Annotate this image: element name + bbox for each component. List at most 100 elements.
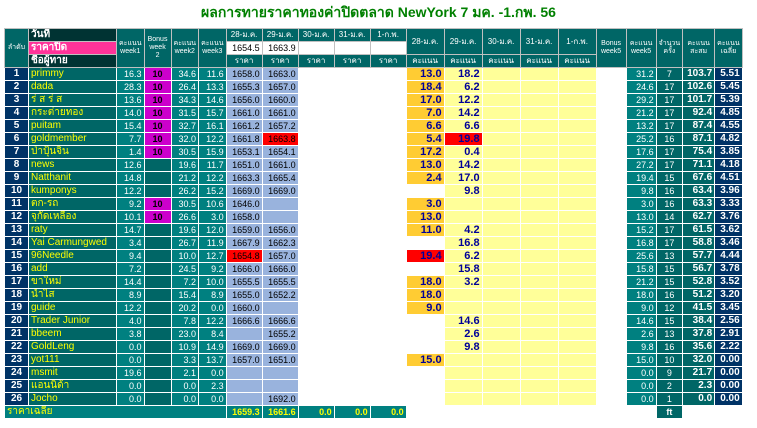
rank-cell: 8 xyxy=(4,158,29,172)
score-date-5: 1-ก.พ. xyxy=(557,28,597,55)
guess-price-3 xyxy=(297,249,335,263)
average-price-5: 0.0 xyxy=(369,405,407,419)
guess-price-5 xyxy=(369,236,407,250)
guess-price-3 xyxy=(297,262,335,276)
player-name: ร่ ส ร่ ส xyxy=(28,93,117,107)
guess-price-3 xyxy=(297,197,335,211)
day-score-5 xyxy=(557,171,597,185)
guess-price-2: 1669.0 xyxy=(261,184,299,198)
rank-cell: 21 xyxy=(4,327,29,341)
guess-price-5 xyxy=(369,353,407,367)
day-score-4 xyxy=(519,340,559,354)
total-score: 56.7 xyxy=(682,262,716,276)
day-score-2 xyxy=(443,288,483,302)
guess-price-4 xyxy=(333,210,371,224)
guess-price-2: 1663.0 xyxy=(261,67,299,81)
day-score-1 xyxy=(405,340,445,354)
guess-price-4 xyxy=(333,93,371,107)
week3-score: 0.0 xyxy=(198,366,227,380)
day-score-5 xyxy=(557,93,597,107)
player-name: raty xyxy=(28,223,117,237)
bonus-week2: 10 xyxy=(143,106,172,120)
total-score: 63.3 xyxy=(682,197,716,211)
week2-score: 7.8 xyxy=(170,314,200,328)
day-score-4 xyxy=(519,366,559,380)
times-count: 1 xyxy=(655,392,684,406)
average-header: คะแนนเฉลี่ย xyxy=(714,28,743,68)
day-score-5 xyxy=(557,262,597,276)
week1-score: 14.8 xyxy=(116,171,145,185)
week1-score: 16.3 xyxy=(116,67,145,81)
day-score-5 xyxy=(557,184,597,198)
bonus-week2 xyxy=(143,379,172,393)
table-row: 10 kumponys 12.2 26.2 15.2 1669.0 1669.0 9.8 9.8… xyxy=(4,184,743,198)
guess-price-4 xyxy=(333,327,371,341)
day-score-4 xyxy=(519,301,559,315)
day-score-2: 16.8 xyxy=(443,236,483,250)
total-score: 2.3 xyxy=(682,379,716,393)
close-price-header: ราคาปิด xyxy=(28,41,117,55)
bonus-week5 xyxy=(595,301,627,315)
guess-price-5 xyxy=(369,288,407,302)
player-name: goldmember xyxy=(28,132,117,146)
guess-price-1: 1658.0 xyxy=(225,210,263,224)
guess-price-3 xyxy=(297,80,335,94)
date-col-3: 30-ม.ค. xyxy=(297,28,335,42)
total-score: 38.4 xyxy=(682,314,716,328)
table-row: 19 guide 12.2 20.2 0.0 1660.0 9.0 9.0 12 41.5 3.45 xyxy=(4,301,743,315)
week1-score: 4.0 xyxy=(116,314,145,328)
average-score: 5.45 xyxy=(714,80,743,94)
week3-score: 11.7 xyxy=(198,158,227,172)
day-score-1: 7.0 xyxy=(405,106,445,120)
average-score: 2.91 xyxy=(714,327,743,341)
rank-cell: 18 xyxy=(4,288,29,302)
score-sub-2: คะแนน xyxy=(443,54,483,68)
week2-score: 19.6 xyxy=(170,158,200,172)
week2-score: 26.2 xyxy=(170,184,200,198)
guess-price-5 xyxy=(369,223,407,237)
day-score-2: 19.8 xyxy=(443,132,483,146)
guess-price-5 xyxy=(369,197,407,211)
guess-price-5 xyxy=(369,80,407,94)
day-score-3 xyxy=(481,210,521,224)
day-score-4 xyxy=(519,158,559,172)
guess-price-1: 1646.0 xyxy=(225,197,263,211)
guess-price-2 xyxy=(261,301,299,315)
times-count: 10 xyxy=(655,353,684,367)
guess-price-2: 1663.8 xyxy=(261,132,299,146)
bonus-week5 xyxy=(595,314,627,328)
player-name: ขาใหม่ xyxy=(28,275,117,289)
week1-score: 12.6 xyxy=(116,158,145,172)
guess-price-5 xyxy=(369,171,407,185)
guess-price-4 xyxy=(333,223,371,237)
week5-score: 14.6 xyxy=(625,314,657,328)
bonus-week2: 10 xyxy=(143,80,172,94)
guess-price-4 xyxy=(333,80,371,94)
day-score-5 xyxy=(557,379,597,393)
score-sub-1: คะแนน xyxy=(405,54,445,68)
day-score-2: 4.2 xyxy=(443,223,483,237)
day-score-4 xyxy=(519,145,559,159)
rank-cell: 11 xyxy=(4,197,29,211)
total-score: 87.1 xyxy=(682,132,716,146)
average-score: 3.78 xyxy=(714,262,743,276)
times-count: 17 xyxy=(655,145,684,159)
week1-score: 0.0 xyxy=(116,340,145,354)
bonus-week5 xyxy=(595,132,627,146)
day-score-2: 14.6 xyxy=(443,314,483,328)
week3-score: 9.2 xyxy=(198,262,227,276)
week1-score: 12.2 xyxy=(116,184,145,198)
guess-price-5 xyxy=(369,366,407,380)
day-score-3 xyxy=(481,327,521,341)
day-score-1: 19.4 xyxy=(405,249,445,263)
guess-price-2: 1662.3 xyxy=(261,236,299,250)
guess-price-2: 1660.0 xyxy=(261,93,299,107)
bonus-week5 xyxy=(595,67,627,81)
score-date-4: 31-ม.ค. xyxy=(519,28,559,55)
average-score: 3.76 xyxy=(714,210,743,224)
week1-score: 13.6 xyxy=(116,93,145,107)
day-score-4 xyxy=(519,379,559,393)
player-name: GoldLeng xyxy=(28,340,117,354)
week1-score: 0.0 xyxy=(116,392,145,406)
player-name: add xyxy=(28,262,117,276)
